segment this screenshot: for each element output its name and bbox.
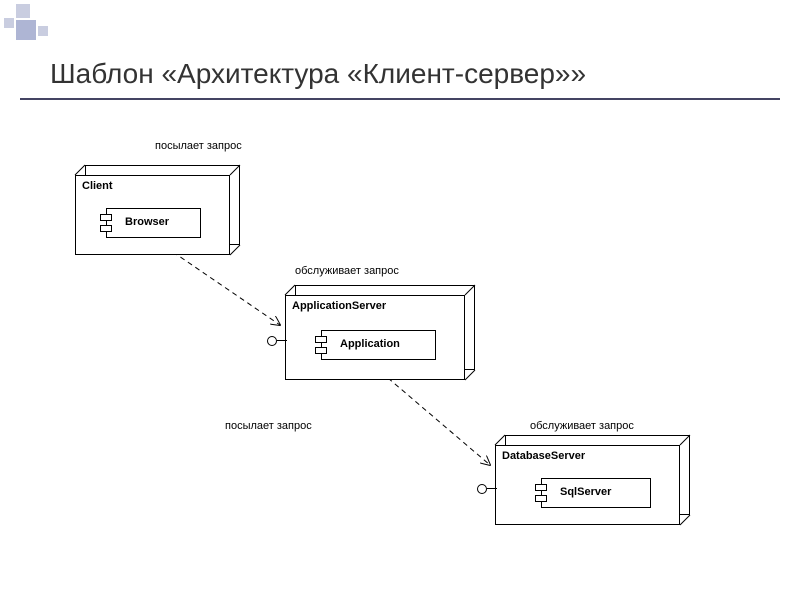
diagram-stage: посылает запрос обслуживает запрос посыл… — [0, 110, 800, 600]
node-dbserver-edges — [495, 435, 695, 530]
label-serve-1: обслуживает запрос — [295, 265, 399, 277]
node-appserver-edges — [285, 285, 480, 385]
interface-app-icon — [267, 335, 287, 347]
node-client-edges — [75, 165, 245, 260]
label-serve-2: обслуживает запрос — [530, 420, 634, 432]
interface-db-icon — [477, 483, 497, 495]
slide-corner-decoration — [4, 4, 64, 44]
label-send-2: посылает запрос — [225, 420, 312, 432]
label-send-1: посылает запрос — [155, 140, 242, 152]
slide-title: Шаблон «Архитектура «Клиент-сервер»» — [50, 58, 586, 90]
title-underline — [20, 98, 780, 100]
